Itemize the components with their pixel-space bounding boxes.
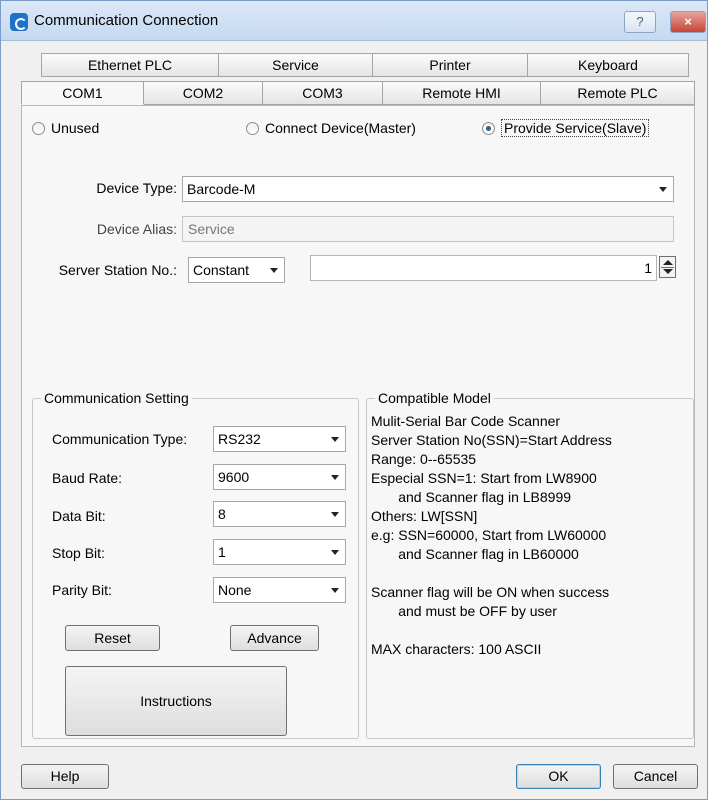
radio-circle-icon bbox=[246, 121, 259, 135]
stop-bit-value: 1 bbox=[218, 544, 226, 560]
radio-unused-label: Unused bbox=[51, 120, 100, 136]
baud-rate-label: Baud Rate: bbox=[52, 470, 123, 486]
tab-row-top: Ethernet PLC Service Printer Keyboard bbox=[41, 53, 689, 77]
device-alias-label: Device Alias: bbox=[96, 221, 177, 237]
info-line: and must be OFF by user bbox=[371, 603, 557, 619]
tab-printer[interactable]: Printer bbox=[373, 53, 528, 77]
communication-setting-title: Communication Setting bbox=[41, 390, 192, 406]
station-number-input[interactable]: 1 bbox=[310, 255, 657, 281]
compatible-model-info: Mulit-Serial Bar Code Scanner Server Sta… bbox=[371, 412, 612, 659]
tab-com3[interactable]: COM3 bbox=[263, 81, 383, 105]
compatible-model-title: Compatible Model bbox=[375, 390, 494, 406]
radio-connect-device[interactable]: Connect Device(Master) bbox=[246, 118, 416, 138]
tab-com1[interactable]: COM1 bbox=[21, 81, 144, 105]
baud-rate-select[interactable]: 9600 bbox=[213, 464, 346, 490]
station-number-spinner[interactable] bbox=[659, 256, 676, 278]
chevron-down-icon bbox=[331, 437, 339, 442]
close-button[interactable]: × bbox=[670, 11, 706, 33]
data-bit-label: Data Bit: bbox=[52, 508, 106, 524]
spin-up-icon bbox=[663, 260, 673, 265]
parity-bit-label: Parity Bit: bbox=[52, 582, 112, 598]
chevron-down-icon bbox=[270, 268, 278, 273]
parity-bit-value: None bbox=[218, 582, 252, 598]
info-line: and Scanner flag in LB60000 bbox=[371, 546, 579, 562]
comm-type-select[interactable]: RS232 bbox=[213, 426, 346, 452]
tab-row-bottom: COM1 COM2 COM3 Remote HMI Remote PLC bbox=[21, 81, 695, 105]
tab-service[interactable]: Service bbox=[219, 53, 373, 77]
app-icon bbox=[10, 13, 28, 31]
info-line: Mulit-Serial Bar Code Scanner bbox=[371, 413, 561, 429]
info-line: MAX characters: 100 ASCII bbox=[371, 641, 542, 657]
info-line: Especial SSN=1: Start from LW8900 bbox=[371, 470, 597, 486]
info-line: and Scanner flag in LB8999 bbox=[371, 489, 572, 505]
communication-connection-dialog: Communication Connection ? × Ethernet PL… bbox=[0, 0, 708, 800]
spin-down-icon bbox=[663, 269, 673, 274]
tab-keyboard[interactable]: Keyboard bbox=[528, 53, 689, 77]
radio-provide-service-label: Provide Service(Slave) bbox=[501, 119, 650, 137]
tab-com2[interactable]: COM2 bbox=[144, 81, 263, 105]
radio-connect-device-label: Connect Device(Master) bbox=[265, 120, 416, 136]
reset-button[interactable]: Reset bbox=[65, 625, 160, 651]
chevron-down-icon bbox=[331, 550, 339, 555]
info-line: Scanner flag will be ON when success bbox=[371, 584, 610, 600]
info-line: Others: LW[SSN] bbox=[371, 508, 478, 524]
tab-remote-plc[interactable]: Remote PLC bbox=[541, 81, 695, 105]
chevron-down-icon bbox=[331, 512, 339, 517]
info-line bbox=[371, 564, 612, 583]
radio-unused[interactable]: Unused bbox=[32, 118, 99, 138]
data-bit-select[interactable]: 8 bbox=[213, 501, 346, 527]
help-title-button[interactable]: ? bbox=[624, 11, 656, 33]
info-line bbox=[371, 621, 612, 640]
help-button[interactable]: Help bbox=[21, 764, 109, 789]
radio-selected-icon bbox=[482, 121, 495, 135]
data-bit-value: 8 bbox=[218, 506, 226, 522]
info-line: Range: 0--65535 bbox=[371, 451, 477, 467]
device-type-value: Barcode-M bbox=[187, 181, 256, 197]
server-station-label: Server Station No.: bbox=[58, 262, 177, 278]
radio-circle-icon bbox=[32, 121, 45, 135]
info-line: Server Station No(SSN)=Start Address bbox=[371, 432, 612, 448]
stop-bit-select[interactable]: 1 bbox=[213, 539, 346, 565]
tab-remote-hmi[interactable]: Remote HMI bbox=[383, 81, 541, 105]
chevron-down-icon bbox=[331, 588, 339, 593]
device-alias-field: Service bbox=[182, 216, 674, 242]
cancel-button[interactable]: Cancel bbox=[613, 764, 698, 789]
device-type-select[interactable]: Barcode-M bbox=[182, 176, 674, 202]
comm-type-label: Communication Type: bbox=[52, 431, 188, 447]
info-line: e.g: SSN=60000, Start from LW60000 bbox=[371, 527, 607, 543]
device-type-label: Device Type: bbox=[96, 180, 177, 196]
ok-button[interactable]: OK bbox=[516, 764, 601, 789]
stop-bit-label: Stop Bit: bbox=[52, 545, 105, 561]
comm-type-value: RS232 bbox=[218, 431, 261, 447]
title-bar: Communication Connection ? × bbox=[1, 1, 707, 41]
chevron-down-icon bbox=[659, 187, 667, 192]
chevron-down-icon bbox=[331, 475, 339, 480]
baud-rate-value: 9600 bbox=[218, 469, 250, 485]
tab-ethernet-plc[interactable]: Ethernet PLC bbox=[41, 53, 219, 77]
spinner-divider bbox=[661, 267, 674, 268]
parity-bit-select[interactable]: None bbox=[213, 577, 346, 603]
advance-button[interactable]: Advance bbox=[230, 625, 319, 651]
radio-provide-service[interactable]: Provide Service(Slave) bbox=[482, 118, 650, 138]
instructions-button[interactable]: Instructions bbox=[65, 666, 287, 736]
station-mode-select[interactable]: Constant bbox=[188, 257, 285, 283]
station-mode-value: Constant bbox=[193, 262, 250, 278]
window-title: Communication Connection bbox=[34, 12, 219, 29]
